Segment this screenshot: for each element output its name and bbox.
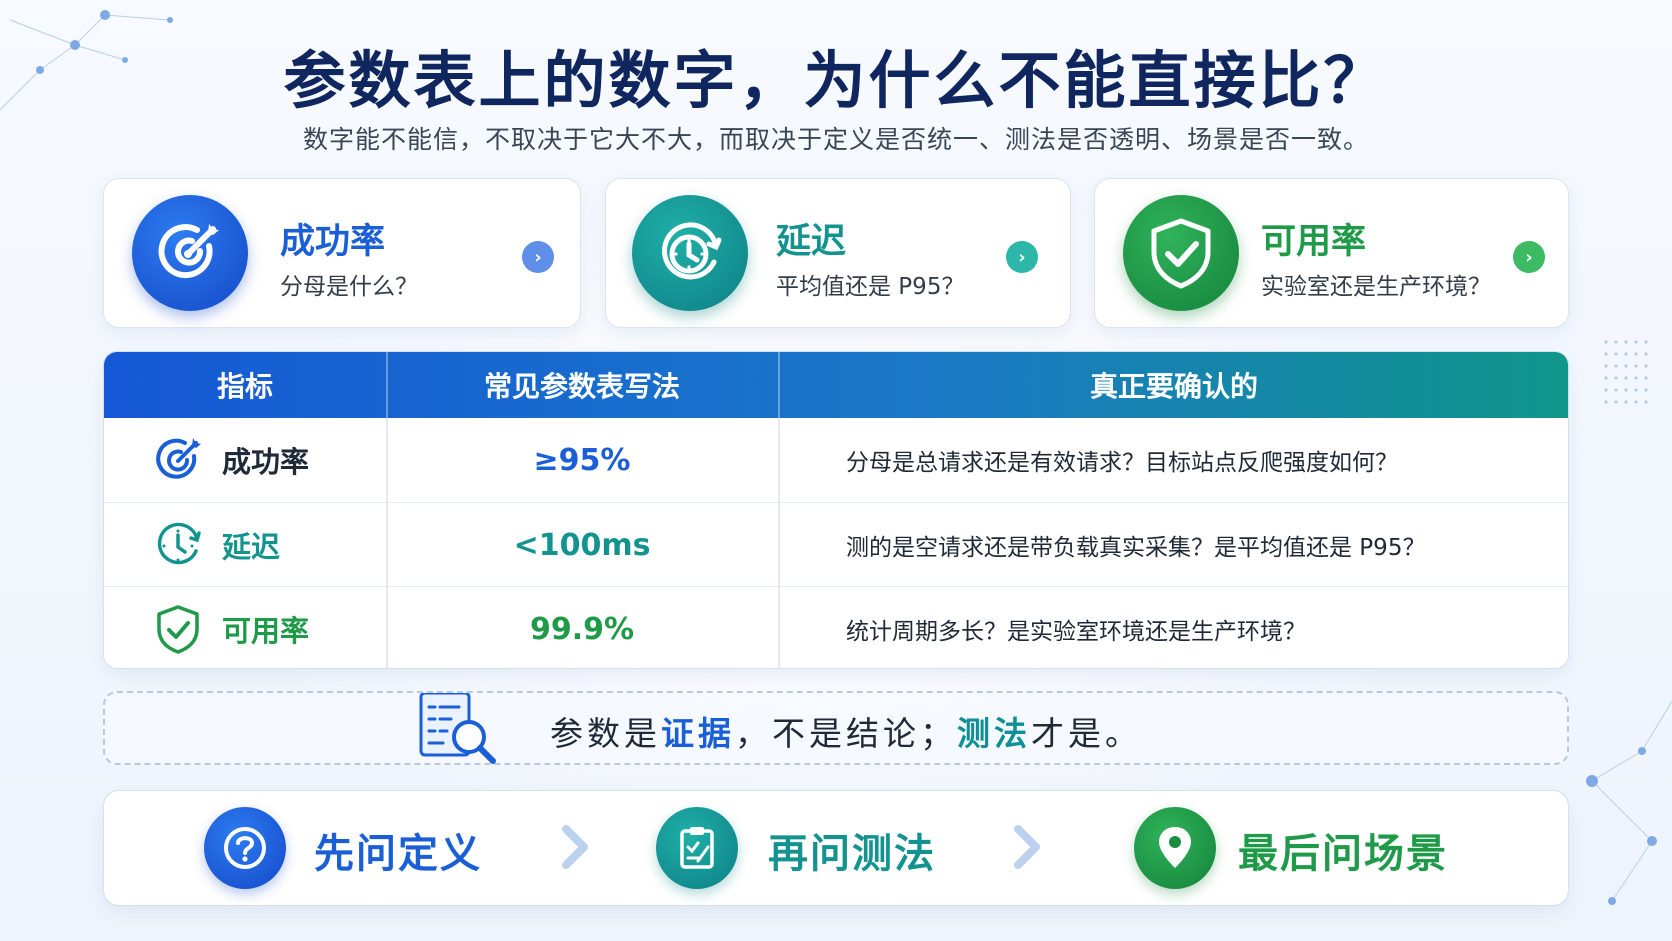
card-title: 延迟 — [776, 222, 847, 262]
spec-value: <100ms — [513, 527, 651, 563]
card-subtitle: 平均值还是 P95？ — [776, 274, 965, 300]
table-row: 成功率 ≥95% 分母是总请求还是有效请求？目标站点反爬强度如何？ — [104, 418, 1568, 502]
note-part: 才是。 — [1031, 714, 1142, 753]
shield-check-icon — [1123, 195, 1239, 311]
metric-name: 成功率 — [222, 445, 310, 479]
metric-name: 延迟 — [222, 530, 281, 564]
note-part: ，不是结论； — [735, 714, 957, 753]
comparison-table: 指标 常见参数表写法 真正要确认的 成功率 ≥95% 分母是总请求还是有效请求？… — [103, 351, 1569, 669]
dot-grid-decoration — [1604, 340, 1648, 404]
target-icon — [132, 195, 248, 311]
table-row: 延迟 <100ms 测的是空请求还是带负载真实采集？是平均值还是 P95？ — [104, 502, 1568, 586]
card-success-rate[interactable]: 成功率 分母是什么？ › — [103, 178, 581, 328]
note-part: 参数是 — [550, 714, 661, 753]
card-subtitle: 分母是什么？ — [280, 274, 418, 300]
card-title: 可用率 — [1261, 222, 1367, 262]
clock-icon — [157, 522, 201, 565]
step-label: 再问测法 — [768, 831, 936, 877]
location-pin-icon — [1134, 807, 1216, 889]
card-title: 成功率 — [280, 222, 386, 262]
card-latency[interactable]: 延迟 平均值还是 P95？ › — [605, 178, 1071, 328]
step-label: 先问定义 — [314, 831, 482, 877]
page-subtitle: 数字能不能信，不取决于它大不大，而取决于定义是否统一、测法是否透明、场景是否一致… — [302, 125, 1369, 154]
clock-icon — [632, 195, 748, 311]
note-highlight-evidence: 证据 — [661, 714, 735, 753]
confirm-text: 测的是空请求还是带负载真实采集？是平均值还是 P95？ — [846, 535, 1426, 561]
confirm-text: 分母是总请求还是有效请求？目标站点反爬强度如何？ — [846, 450, 1398, 476]
steps-bar: 先问定义 再问测法 最后问场景 — [103, 790, 1569, 906]
shield-check-icon — [157, 605, 199, 654]
document-search-icon — [419, 693, 496, 764]
chevron-right-icon — [1014, 825, 1040, 869]
header-confirm: 真正要确认的 — [1089, 370, 1258, 403]
table-row: 可用率 99.9% 统计周期多长？是实验室环境还是生产环境？ — [104, 586, 1568, 668]
confirm-text: 统计周期多长？是实验室环境还是生产环境？ — [846, 619, 1306, 645]
target-icon — [156, 438, 201, 479]
spec-value: 99.9% — [529, 611, 635, 647]
note-highlight-method: 测法 — [957, 714, 1031, 753]
spec-value: ≥95% — [533, 442, 631, 478]
header-metric: 指标 — [216, 370, 273, 403]
page-title: 参数表上的数字，为什么不能直接比？ — [283, 44, 1389, 117]
chevron-right-icon — [562, 825, 588, 869]
metric-name: 可用率 — [222, 614, 310, 648]
question-icon — [204, 807, 286, 889]
step-label: 最后问场景 — [1238, 831, 1448, 877]
key-message: 参数是证据，不是结论；测法才是。 — [550, 707, 1142, 755]
table-header: 指标 常见参数表写法 真正要确认的 — [104, 352, 1568, 418]
chevron-right-icon[interactable]: › — [522, 241, 554, 273]
chevron-right-icon[interactable]: › — [1006, 241, 1038, 273]
card-availability[interactable]: 可用率 实验室还是生产环境？ › — [1094, 178, 1569, 328]
chevron-right-icon[interactable]: › — [1513, 241, 1545, 273]
header-spec: 常见参数表写法 — [483, 370, 680, 403]
key-message-box: 参数是证据，不是结论；测法才是。 — [103, 691, 1569, 765]
card-subtitle: 实验室还是生产环境？ — [1261, 274, 1491, 300]
clipboard-icon — [656, 807, 738, 889]
